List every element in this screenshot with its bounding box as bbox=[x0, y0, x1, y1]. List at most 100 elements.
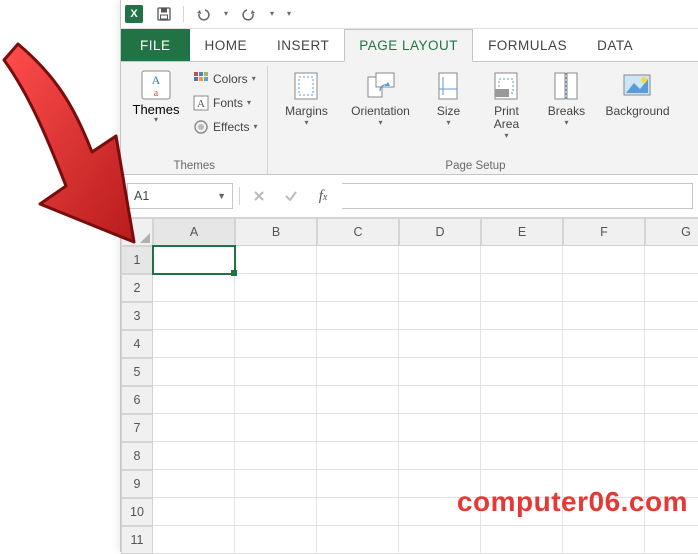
qat-redo-button[interactable] bbox=[235, 3, 263, 25]
cell-F1[interactable] bbox=[563, 246, 645, 274]
cell-C11[interactable] bbox=[317, 526, 399, 554]
cell-G9[interactable] bbox=[645, 470, 698, 498]
tab-home[interactable]: HOME bbox=[190, 29, 263, 61]
cell-D1[interactable] bbox=[399, 246, 481, 274]
row-header-11[interactable]: 11 bbox=[121, 526, 153, 554]
cell-D7[interactable] bbox=[399, 414, 481, 442]
cell-F6[interactable] bbox=[563, 386, 645, 414]
cell-G6[interactable] bbox=[645, 386, 698, 414]
cell-D2[interactable] bbox=[399, 274, 481, 302]
formula-enter-button[interactable] bbox=[278, 184, 304, 208]
cell-B4[interactable] bbox=[235, 330, 317, 358]
cell-B1[interactable] bbox=[235, 246, 317, 274]
cell-F7[interactable] bbox=[563, 414, 645, 442]
name-box[interactable]: A1 ▼ bbox=[127, 183, 233, 209]
cell-E8[interactable] bbox=[481, 442, 563, 470]
cell-G4[interactable] bbox=[645, 330, 698, 358]
select-all-corner[interactable] bbox=[121, 218, 153, 246]
cell-C3[interactable] bbox=[317, 302, 399, 330]
cell-G1[interactable] bbox=[645, 246, 698, 274]
print-area-button[interactable]: Print Area ▾ bbox=[478, 66, 534, 143]
cell-E6[interactable] bbox=[481, 386, 563, 414]
cell-F2[interactable] bbox=[563, 274, 645, 302]
cell-F5[interactable] bbox=[563, 358, 645, 386]
colors-button[interactable]: Colors ▾ bbox=[189, 68, 261, 90]
col-header-G[interactable]: G bbox=[645, 218, 698, 246]
qat-undo-button[interactable] bbox=[189, 3, 217, 25]
cell-C7[interactable] bbox=[317, 414, 399, 442]
cell-F8[interactable] bbox=[563, 442, 645, 470]
cell-C5[interactable] bbox=[317, 358, 399, 386]
cell-B6[interactable] bbox=[235, 386, 317, 414]
cell-A6[interactable] bbox=[153, 386, 235, 414]
row-header-10[interactable]: 10 bbox=[121, 498, 153, 526]
col-header-E[interactable]: E bbox=[481, 218, 563, 246]
row-header-4[interactable]: 4 bbox=[121, 330, 153, 358]
cell-F4[interactable] bbox=[563, 330, 645, 358]
breaks-button[interactable]: Breaks ▾ bbox=[538, 66, 594, 130]
cell-E7[interactable] bbox=[481, 414, 563, 442]
row-header-7[interactable]: 7 bbox=[121, 414, 153, 442]
cell-A8[interactable] bbox=[153, 442, 235, 470]
cell-C8[interactable] bbox=[317, 442, 399, 470]
cell-B10[interactable] bbox=[235, 498, 317, 526]
tab-formulas[interactable]: FORMULAS bbox=[473, 29, 582, 61]
cell-E9[interactable] bbox=[481, 470, 563, 498]
row-header-2[interactable]: 2 bbox=[121, 274, 153, 302]
tab-data[interactable]: DATA bbox=[582, 29, 648, 61]
cell-C10[interactable] bbox=[317, 498, 399, 526]
cell-E10[interactable] bbox=[481, 498, 563, 526]
qat-redo-dropdown[interactable]: ▾ bbox=[265, 3, 279, 25]
cell-A7[interactable] bbox=[153, 414, 235, 442]
row-header-8[interactable]: 8 bbox=[121, 442, 153, 470]
cell-A5[interactable] bbox=[153, 358, 235, 386]
cell-G7[interactable] bbox=[645, 414, 698, 442]
cell-D3[interactable] bbox=[399, 302, 481, 330]
cell-E3[interactable] bbox=[481, 302, 563, 330]
cell-F3[interactable] bbox=[563, 302, 645, 330]
cell-E2[interactable] bbox=[481, 274, 563, 302]
formula-cancel-button[interactable] bbox=[246, 184, 272, 208]
cell-D8[interactable] bbox=[399, 442, 481, 470]
cell-F11[interactable] bbox=[563, 526, 645, 554]
cell-A3[interactable] bbox=[153, 302, 235, 330]
cell-C6[interactable] bbox=[317, 386, 399, 414]
cell-G11[interactable] bbox=[645, 526, 698, 554]
cell-G8[interactable] bbox=[645, 442, 698, 470]
cell-D11[interactable] bbox=[399, 526, 481, 554]
cell-B3[interactable] bbox=[235, 302, 317, 330]
themes-button[interactable]: Aa Themes ▾ bbox=[127, 66, 185, 126]
cell-C4[interactable] bbox=[317, 330, 399, 358]
cell-B9[interactable] bbox=[235, 470, 317, 498]
margins-button[interactable]: Margins ▾ bbox=[274, 66, 338, 130]
cell-A9[interactable] bbox=[153, 470, 235, 498]
cell-C2[interactable] bbox=[317, 274, 399, 302]
col-header-D[interactable]: D bbox=[399, 218, 481, 246]
cell-A4[interactable] bbox=[153, 330, 235, 358]
cell-C1[interactable] bbox=[317, 246, 399, 274]
tab-file[interactable]: FILE bbox=[121, 29, 190, 61]
cell-B11[interactable] bbox=[235, 526, 317, 554]
tab-insert[interactable]: INSERT bbox=[262, 29, 344, 61]
col-header-B[interactable]: B bbox=[235, 218, 317, 246]
fonts-button[interactable]: A Fonts ▾ bbox=[189, 92, 261, 114]
cell-F10[interactable] bbox=[563, 498, 645, 526]
cell-B2[interactable] bbox=[235, 274, 317, 302]
formula-input[interactable] bbox=[342, 183, 693, 209]
qat-save-button[interactable] bbox=[150, 3, 178, 25]
row-header-3[interactable]: 3 bbox=[121, 302, 153, 330]
spreadsheet-grid[interactable]: A B C D E F G 1 2 3 4 5 6 7 8 9 10 11 bbox=[121, 218, 698, 554]
cell-F9[interactable] bbox=[563, 470, 645, 498]
cell-D10[interactable] bbox=[399, 498, 481, 526]
cell-A2[interactable] bbox=[153, 274, 235, 302]
qat-undo-dropdown[interactable]: ▾ bbox=[219, 3, 233, 25]
cell-B8[interactable] bbox=[235, 442, 317, 470]
cell-G5[interactable] bbox=[645, 358, 698, 386]
cell-B7[interactable] bbox=[235, 414, 317, 442]
cell-D5[interactable] bbox=[399, 358, 481, 386]
cell-E4[interactable] bbox=[481, 330, 563, 358]
cell-D9[interactable] bbox=[399, 470, 481, 498]
row-header-1[interactable]: 1 bbox=[121, 246, 153, 274]
background-button[interactable]: Background bbox=[598, 66, 676, 121]
col-header-F[interactable]: F bbox=[563, 218, 645, 246]
